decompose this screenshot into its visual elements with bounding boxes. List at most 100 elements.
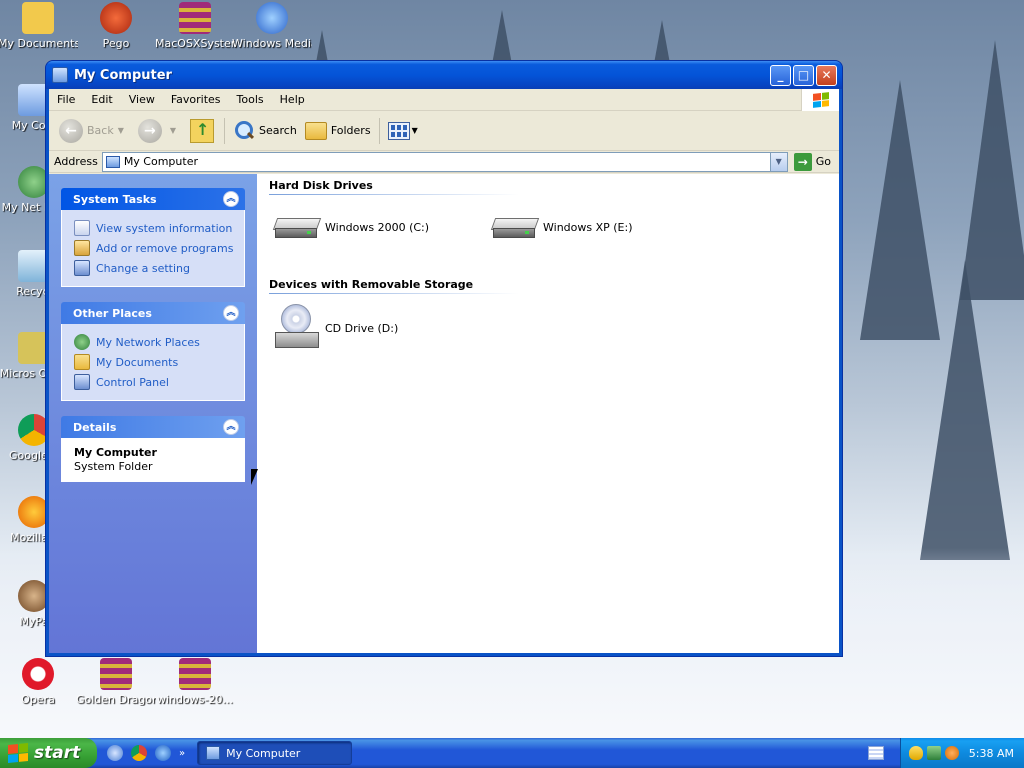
quick-launch-more-icon[interactable]: » <box>179 748 185 759</box>
other-places-header[interactable]: Other Places ︽ <box>61 302 245 324</box>
desktop-icon-macosxsystem[interactable]: MacOSXSystem <box>155 2 235 50</box>
system-tasks-title: System Tasks <box>73 192 157 206</box>
menu-view[interactable]: View <box>121 93 163 106</box>
menu-tools[interactable]: Tools <box>229 93 272 106</box>
desktop-icon-windows-media-player[interactable]: Windows Media Player <box>232 2 312 50</box>
task-view-system-information[interactable]: View system information <box>74 218 234 238</box>
details-body: My Computer System Folder <box>61 438 245 482</box>
other-places-panel: Other Places ︽ My Network Places My Docu… <box>61 302 245 401</box>
maximize-icon: □ <box>797 68 810 82</box>
forward-dropdown-icon[interactable]: ▼ <box>170 126 176 135</box>
address-bar: Address My Computer ▼ → Go <box>49 151 839 173</box>
task-pane: System Tasks ︽ View system information A… <box>49 174 257 653</box>
explorer-body: System Tasks ︽ View system information A… <box>49 174 839 653</box>
start-button[interactable]: start <box>0 738 97 768</box>
views-button[interactable]: ▼ <box>384 116 422 146</box>
drive-windows-xp-e[interactable]: Windows XP (E:) <box>490 212 633 242</box>
desktop-icon-opera[interactable]: Opera <box>0 658 78 706</box>
forward-button[interactable]: → ▼ <box>134 116 186 146</box>
desktop-icon-label: Pego <box>102 37 130 50</box>
google-chrome-icon[interactable] <box>131 745 147 761</box>
show-desktop-icon[interactable] <box>107 745 123 761</box>
content-pane: Hard Disk Drives Windows 2000 (C:) Windo… <box>257 174 839 653</box>
winrar-archive-icon <box>100 658 132 690</box>
task-add-remove-programs[interactable]: Add or remove programs <box>74 238 234 258</box>
minimize-button[interactable]: _ <box>770 64 791 86</box>
start-label: start <box>34 743 81 763</box>
place-control-panel[interactable]: Control Panel <box>74 372 234 392</box>
desktop-icon-windows-20[interactable]: windows-20... <box>155 658 235 706</box>
drive-cd-d[interactable]: CD Drive (D:) <box>273 304 398 352</box>
drive-label: Windows 2000 (C:) <box>325 220 430 234</box>
taskbar: start » My Computer 5:38 AM <box>0 738 1024 768</box>
collapse-chevron-icon[interactable]: ︽ <box>223 191 239 207</box>
system-tasks-header[interactable]: System Tasks ︽ <box>61 188 245 210</box>
menu-help[interactable]: Help <box>272 93 313 106</box>
address-input[interactable]: My Computer ▼ <box>101 151 788 172</box>
desktop-icon-my-documents[interactable]: My Documents <box>0 2 78 50</box>
quick-launch: » <box>107 745 191 761</box>
desktop-icon-pego[interactable]: Pego <box>76 2 156 50</box>
desktop-icon-label: windows-20... <box>157 693 233 706</box>
go-arrow-icon: → <box>793 152 812 171</box>
add-remove-programs-icon <box>74 240 90 256</box>
back-button[interactable]: ← Back ▼ <box>55 116 134 146</box>
collapse-chevron-icon[interactable]: ︽ <box>223 419 239 435</box>
system-tasks-panel: System Tasks ︽ View system information A… <box>61 188 245 287</box>
collapse-chevron-icon[interactable]: ︽ <box>223 305 239 321</box>
opera-icon <box>22 658 54 690</box>
forward-arrow-icon: → <box>137 118 162 143</box>
menu-favorites[interactable]: Favorites <box>163 93 229 106</box>
taskbar-button-label: My Computer <box>226 746 301 760</box>
system-tray: 5:38 AM <box>899 738 1024 768</box>
tree-decoration <box>960 40 1024 300</box>
search-button[interactable]: Search <box>229 116 301 146</box>
window-title: My Computer <box>74 67 172 83</box>
up-button[interactable] <box>186 116 220 146</box>
security-shield-icon[interactable] <box>908 746 923 760</box>
menu-edit[interactable]: Edit <box>83 93 120 106</box>
task-link-label: View system information <box>96 221 233 235</box>
system-tasks-body: View system information Add or remove pr… <box>61 210 245 287</box>
close-button[interactable]: ✕ <box>816 64 837 86</box>
back-dropdown-icon[interactable]: ▼ <box>118 126 124 135</box>
place-link-label: My Documents <box>96 355 179 369</box>
drive-windows-2000-c[interactable]: Windows 2000 (C:) <box>272 212 430 242</box>
drive-label: Windows XP (E:) <box>543 220 633 234</box>
network-icon[interactable] <box>926 746 941 760</box>
task-change-a-setting[interactable]: Change a setting <box>74 258 234 278</box>
folders-button[interactable]: Folders <box>301 116 375 146</box>
internet-explorer-icon[interactable] <box>155 745 171 761</box>
desktop-icon-golden-dragon[interactable]: Golden Dragon <box>76 658 156 706</box>
place-link-label: Control Panel <box>96 375 169 389</box>
clock[interactable]: 5:38 AM <box>969 747 1014 760</box>
menu-file[interactable]: File <box>49 93 83 106</box>
my-computer-icon <box>206 746 221 760</box>
details-header[interactable]: Details ︽ <box>61 416 245 438</box>
desktop-icon-label: MacOSXSystem <box>155 37 235 50</box>
taskbar-button-my-computer[interactable]: My Computer <box>197 741 353 765</box>
cd-drive-icon <box>273 304 321 352</box>
folders-icon <box>304 121 327 140</box>
place-my-documents[interactable]: My Documents <box>74 352 234 372</box>
maximize-button[interactable]: □ <box>793 64 814 86</box>
window-client-area: File Edit View Favorites Tools Help ← Ba… <box>49 89 839 653</box>
window-titlebar[interactable]: My Computer _ □ ✕ <box>46 61 842 89</box>
windows-media-player-icon <box>256 2 288 34</box>
search-tray-icon[interactable] <box>944 746 959 760</box>
search-label: Search <box>259 124 297 137</box>
pego-app-icon <box>100 2 132 34</box>
group-divider <box>269 293 519 294</box>
task-link-label: Change a setting <box>96 261 190 275</box>
mouse-cursor-icon <box>251 469 258 485</box>
place-my-network-places[interactable]: My Network Places <box>74 332 234 352</box>
menu-bar: File Edit View Favorites Tools Help <box>49 89 839 111</box>
search-icon <box>233 120 255 142</box>
task-link-label: Add or remove programs <box>96 241 234 255</box>
control-panel-icon <box>74 374 90 390</box>
keyboard-icon[interactable] <box>867 746 884 760</box>
go-button[interactable]: → Go <box>793 152 831 171</box>
address-dropdown-button[interactable]: ▼ <box>769 152 787 171</box>
details-panel: Details ︽ My Computer System Folder <box>61 416 245 482</box>
desktop-icon-label: Windows Media Player <box>232 37 312 50</box>
